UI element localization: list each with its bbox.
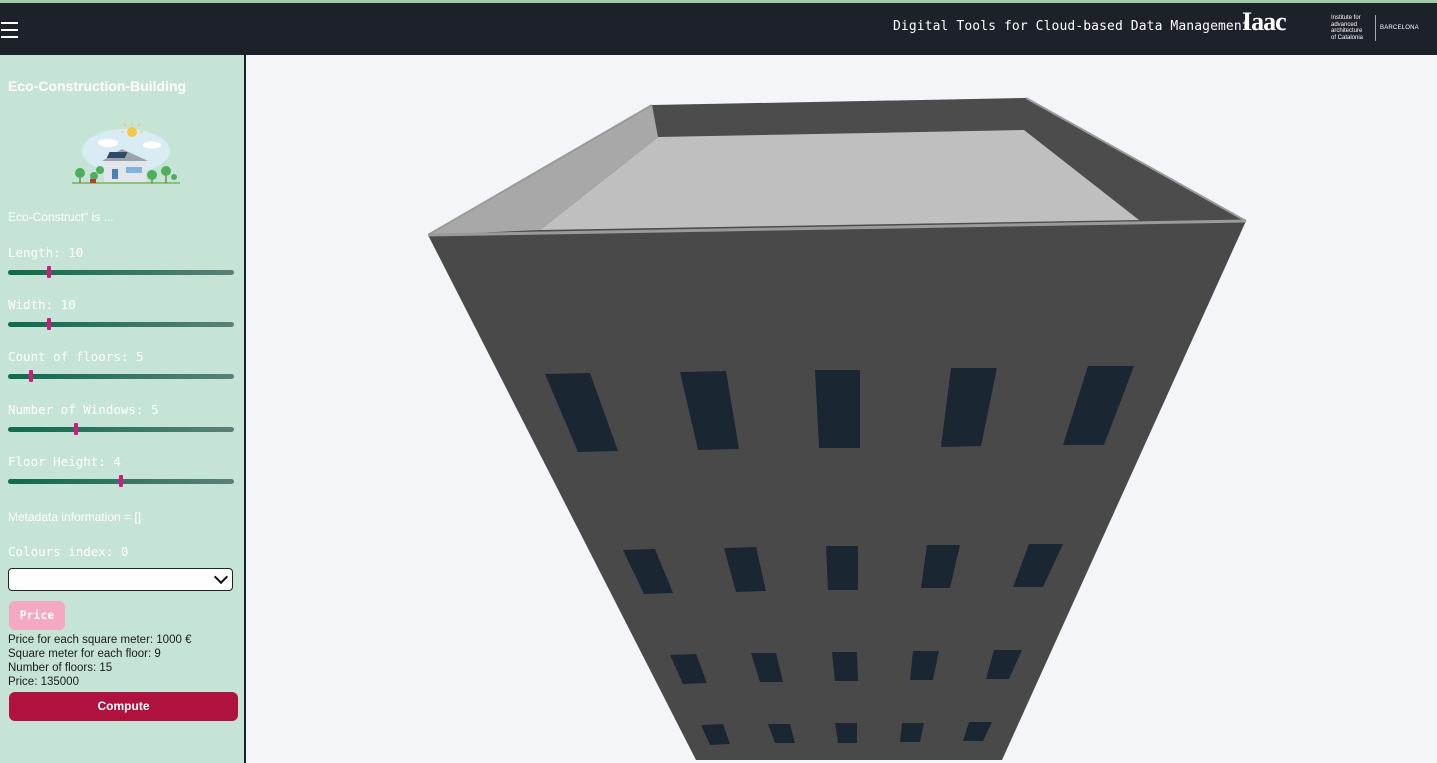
app-header: Digital Tools for Cloud-based Data Manag… — [0, 3, 1437, 55]
length-value: 10 — [68, 245, 84, 260]
chevron-down-icon — [213, 569, 229, 585]
logo-mark: Iaac — [1242, 7, 1287, 36]
width-slider-group: Width: 10 — [8, 297, 234, 330]
colours-index-label: Colours index: 0 — [8, 544, 129, 559]
floors-slider-group: Count of floors: 5 — [8, 349, 234, 382]
floor-height-label: Floor Height: 4 — [8, 454, 121, 469]
logo-institute-text: Institute for advanced architecture of C… — [1331, 15, 1364, 41]
length-slider-thumb[interactable] — [46, 266, 51, 278]
price-info: Price for each square meter: 1000 € Squa… — [8, 633, 191, 689]
logo-city: BARCELONA — [1380, 25, 1419, 31]
floors-value: 5 — [135, 349, 144, 364]
number-of-floors: Number of floors: 15 — [8, 662, 113, 674]
floors-label: Count of floors: 5 — [8, 349, 144, 364]
price-button[interactable]: Price — [9, 601, 65, 630]
width-label: Width: 10 — [8, 297, 76, 312]
windows-label: Number of Windows: 5 — [8, 402, 159, 417]
colour-select[interactable] — [8, 568, 233, 591]
floor-height-slider-thumb[interactable] — [119, 475, 123, 487]
windows-slider[interactable] — [8, 423, 234, 435]
floor-height-slider-group: Floor Height: 4 — [8, 454, 234, 487]
site-title: Digital Tools for Cloud-based Data Manag… — [893, 19, 1250, 34]
length-slider[interactable] — [8, 266, 234, 278]
windows-slider-group: Number of Windows: 5 — [8, 402, 234, 435]
width-slider[interactable] — [8, 318, 234, 330]
iaac-logo[interactable]: Iaac Institute for advanced architecture… — [1242, 7, 1432, 47]
colours-index-value: 0 — [120, 544, 129, 559]
sqm-per-floor: Square meter for each floor: 9 — [8, 648, 161, 660]
metadata-text: Metadata information = [] — [8, 510, 142, 524]
3d-viewport[interactable] — [246, 55, 1437, 763]
menu-icon[interactable] — [1, 22, 18, 39]
width-value: 10 — [60, 297, 76, 312]
compute-button[interactable]: Compute — [9, 692, 238, 721]
price-per-sqm: Price for each square meter: 1000 € — [8, 634, 192, 646]
intro-text: Eco-Construct" is ... — [8, 210, 114, 224]
total-price: Price: 135000 — [8, 676, 79, 688]
floors-slider[interactable] — [8, 370, 234, 382]
windows-slider-thumb[interactable] — [73, 423, 78, 435]
eco-house-illustration — [72, 122, 180, 184]
length-slider-group: Length: 10 — [8, 245, 234, 278]
floors-slider-thumb[interactable] — [28, 370, 33, 382]
sidebar-title: Eco-Construction-Building — [8, 78, 187, 94]
floor-height-slider[interactable] — [8, 475, 234, 487]
logo-divider — [1375, 15, 1376, 41]
width-slider-thumb[interactable] — [46, 318, 51, 330]
control-sidebar: Eco-Construction-Building Eco-Construct"… — [0, 55, 246, 763]
length-label: Length: 10 — [8, 245, 84, 260]
windows-value: 5 — [151, 402, 159, 417]
floor-height-value: 4 — [113, 454, 121, 469]
